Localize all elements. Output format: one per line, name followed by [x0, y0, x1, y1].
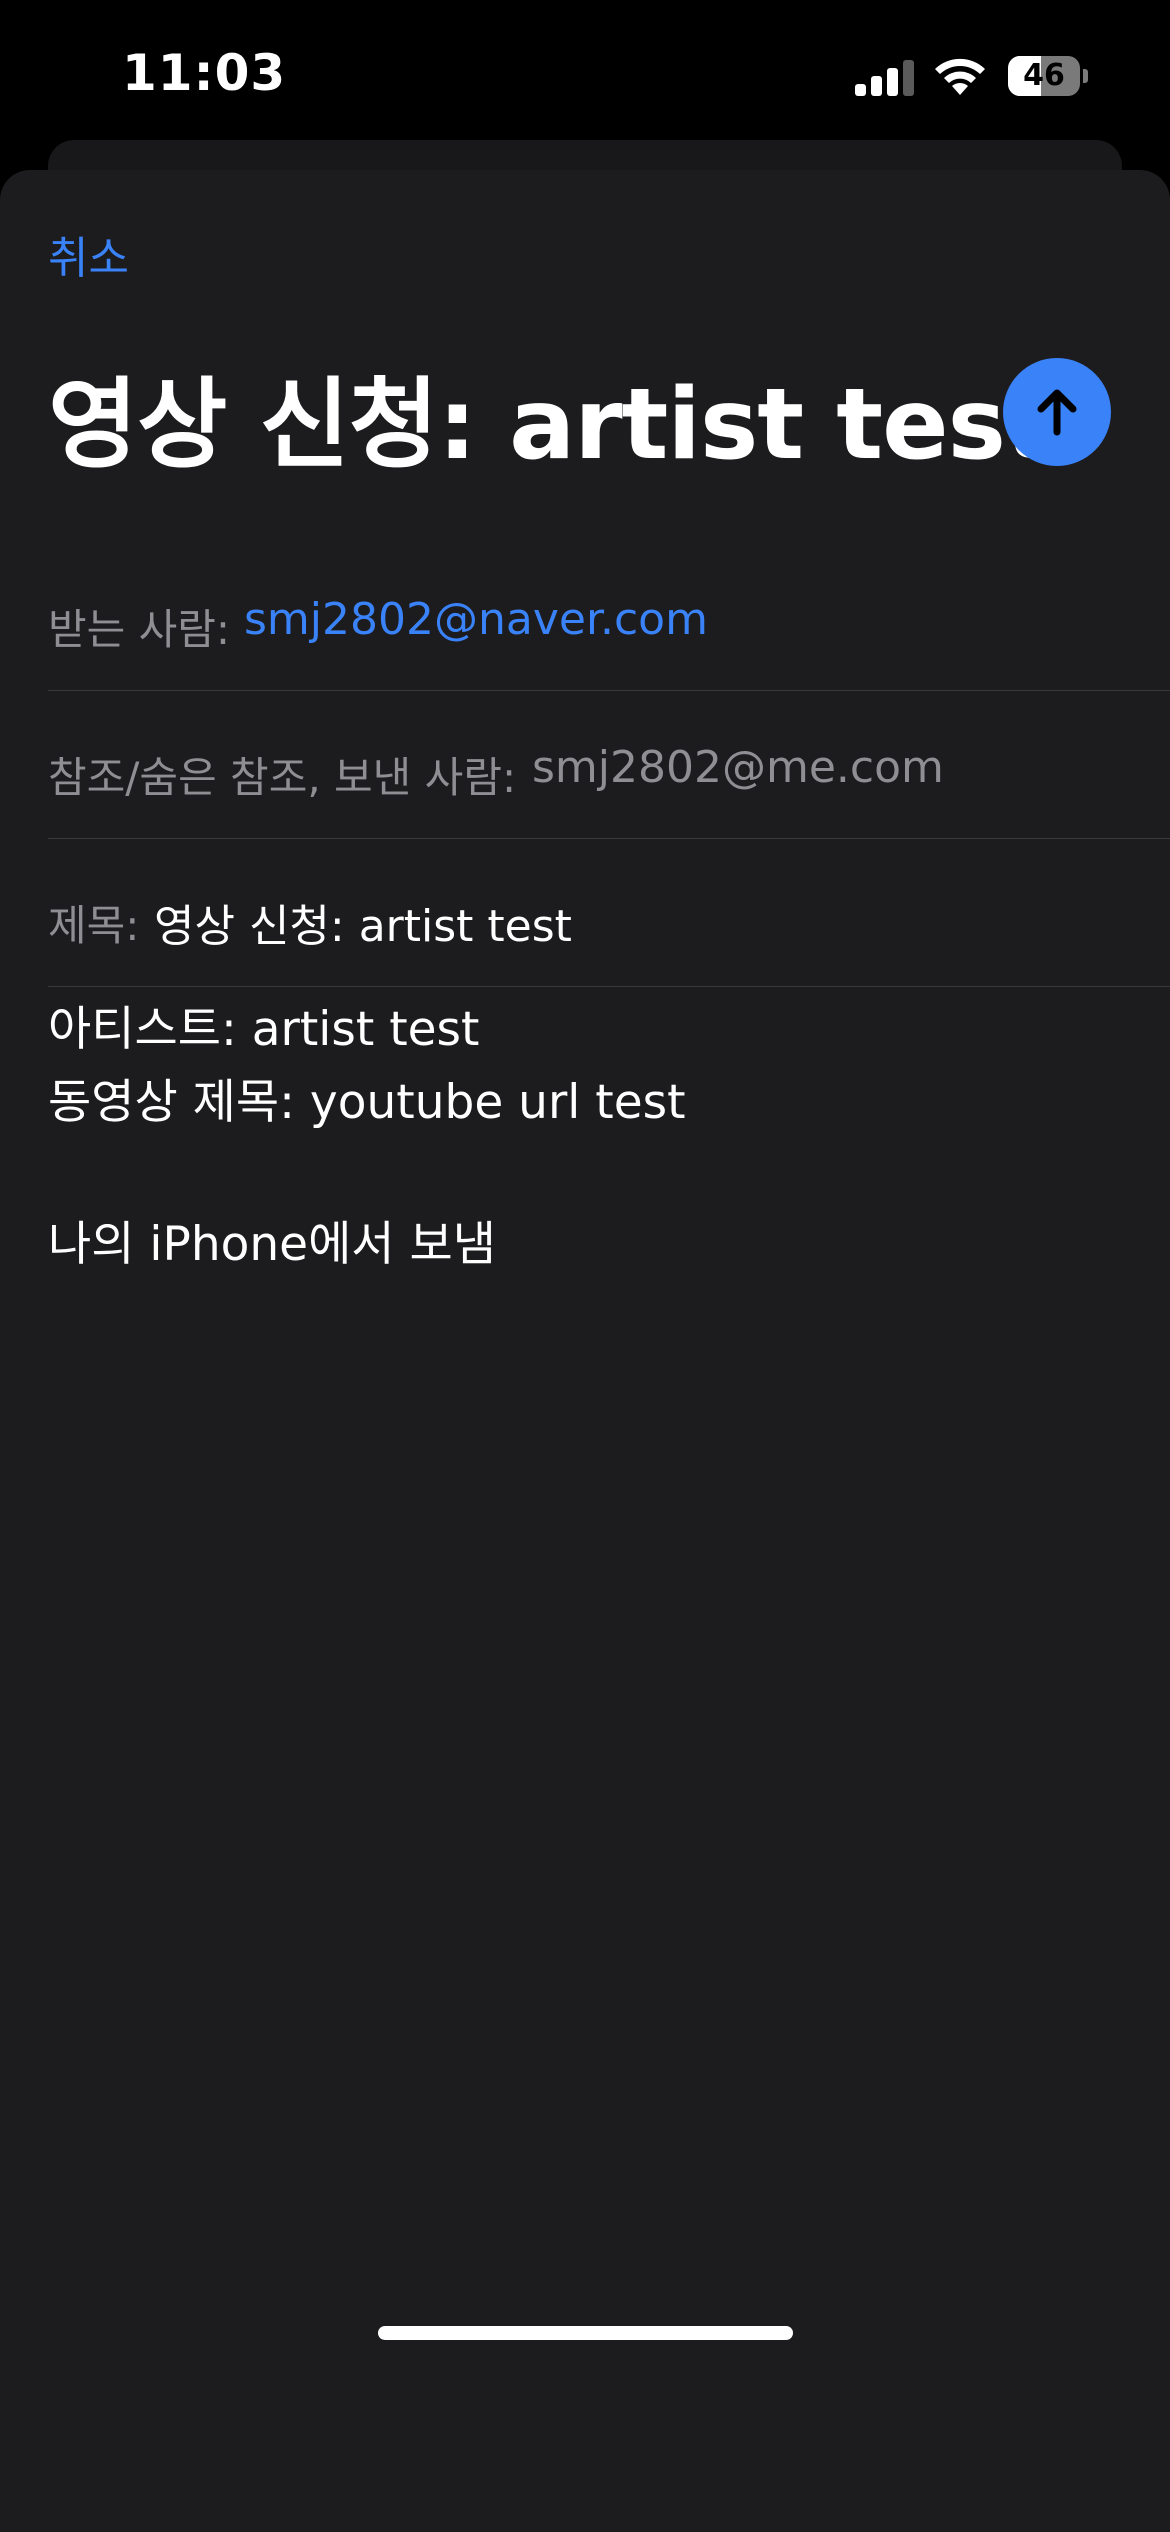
battery-percentage: 46 — [1023, 58, 1065, 93]
subject-label: 제목: — [48, 901, 140, 950]
from-address[interactable]: smj2802@me.com — [532, 742, 944, 793]
compose-sheet: 취소 영상 신청: artist test 받는 사람: smj2802@nav… — [0, 170, 1170, 2532]
wifi-icon — [933, 55, 987, 97]
email-signature[interactable]: 나의 iPhone에서 보냄 — [48, 1205, 496, 1274]
to-field[interactable]: 받는 사람: smj2802@naver.com — [48, 542, 1170, 691]
arrow-up-icon — [1037, 389, 1077, 436]
subject-field[interactable]: 제목: 영상 신청: artist test — [48, 838, 1170, 987]
compose-title: 영상 신청: artist test — [48, 368, 1052, 482]
home-indicator[interactable] — [378, 2326, 793, 2340]
to-recipient[interactable]: smj2802@naver.com — [244, 594, 708, 645]
to-label: 받는 사람: — [48, 605, 231, 654]
battery-icon: 46 — [1008, 56, 1088, 96]
cellular-signal-icon — [855, 58, 915, 96]
body-line-video-title[interactable]: 동영상 제목: youtube url test — [48, 1063, 686, 1132]
cc-bcc-from-field[interactable]: 참조/숨은 참조, 보낸 사람: smj2802@me.com — [48, 690, 1170, 839]
status-time: 11:03 — [122, 44, 287, 102]
cancel-button[interactable]: 취소 — [48, 222, 129, 286]
send-button[interactable] — [1003, 358, 1111, 466]
body-line-artist[interactable]: 아티스트: artist test — [48, 990, 479, 1059]
cc-bcc-from-label: 참조/숨은 참조, 보낸 사람: — [48, 753, 517, 802]
status-bar: 11:03 46 — [0, 0, 1170, 150]
subject-input[interactable]: 영상 신청: artist test — [154, 890, 572, 954]
